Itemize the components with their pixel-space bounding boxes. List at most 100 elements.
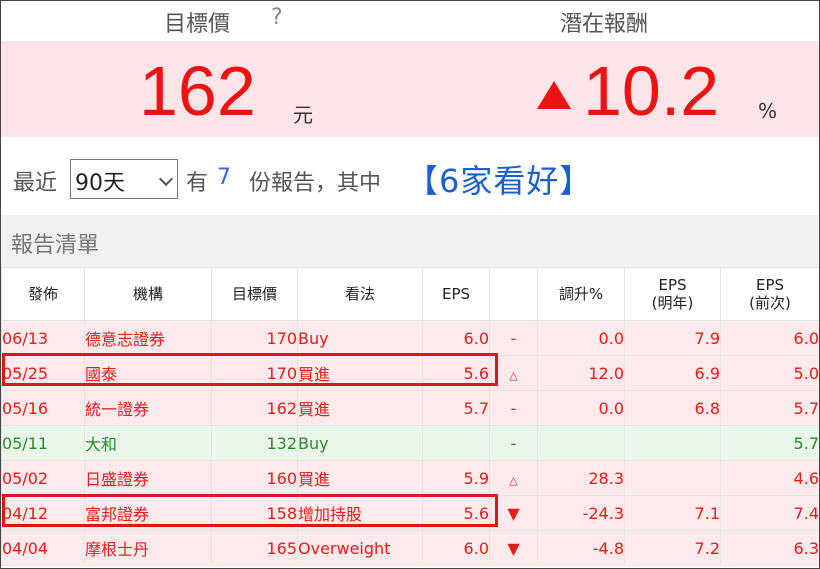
report-filter: 最近 90天 有 7 份報告，其中 【6家看好】 [1, 151, 819, 211]
report-count: 7 [217, 165, 231, 190]
table-row[interactable]: 04/12 富邦證券 158 增加持股 5.6 ▼ -24.3 7.1 7.4 [1, 495, 819, 531]
row-eps: 5.6 [422, 495, 490, 531]
row-target-price: 160 [211, 460, 298, 496]
price-unit: 元 [293, 103, 313, 127]
row-change: 12.0 [537, 355, 625, 391]
row-eps-next-year: 7.9 [624, 320, 721, 356]
row-org: 日盛證券 [84, 460, 212, 496]
row-signal: - [489, 320, 538, 356]
target-price-value: 162 [139, 52, 256, 130]
row-signal: △ [489, 460, 538, 496]
reward-unit: % [758, 99, 778, 123]
row-eps-previous: 4.6 [720, 460, 819, 496]
filter-suffix: 份報告，其中 [249, 171, 382, 196]
target-price-header: 目標價 ? [1, 1, 410, 41]
triangle-down-icon: ▼ [507, 503, 520, 523]
row-change: -24.3 [537, 495, 625, 531]
row-change: 0.0 [537, 320, 625, 356]
row-view: 買進 [297, 355, 423, 391]
row-eps: 6.0 [422, 530, 490, 566]
report-table: 發佈 機構 目標價 看法 EPS 調升% EPS (明年) EPS (前次) 0… [1, 267, 819, 566]
row-org: 德意志證券 [84, 320, 212, 356]
table-row[interactable]: 06/13 德意志證券 170 Buy 6.0 - 0.0 7.9 6.0 [1, 320, 819, 356]
row-eps-next-year: 7.2 [624, 530, 721, 566]
row-signal: - [489, 390, 538, 426]
row-date: 06/13 [1, 320, 85, 356]
row-eps: 5.7 [422, 390, 490, 426]
col-header-view[interactable]: 看法 [297, 267, 423, 321]
help-icon[interactable]: ? [271, 5, 283, 30]
row-view: Buy [297, 320, 423, 356]
table-row[interactable]: 05/25 國泰 170 買進 5.6 △ 12.0 6.9 5.0 [1, 355, 819, 391]
row-eps-previous: 5.0 [720, 355, 819, 391]
table-header-row: 發佈 機構 目標價 看法 EPS 調升% EPS (明年) EPS (前次) [1, 267, 819, 321]
row-eps: 6.0 [422, 320, 490, 356]
analyst-report-panel: 目標價 ? 潛在報酬 162 元 10.2 % 最近 90天 有 7 份報告，其… [0, 0, 820, 569]
row-view: Buy [297, 425, 423, 461]
row-view: 買進 [297, 460, 423, 496]
row-eps-next-year: 7.1 [624, 495, 721, 531]
col-header-target-price[interactable]: 目標價 [211, 267, 298, 321]
col-header-org[interactable]: 機構 [84, 267, 212, 321]
row-target-price: 170 [211, 355, 298, 391]
row-eps: 5.9 [422, 460, 490, 496]
row-eps-next-year [624, 425, 721, 461]
row-signal: ▼ [489, 495, 538, 531]
row-signal: △ [489, 355, 538, 391]
col-header-eps-previous-sub: (前次) [749, 294, 791, 312]
col-header-eps-next-year[interactable]: EPS (明年) [624, 267, 721, 321]
target-price-title: 目標價 [164, 12, 231, 37]
period-select[interactable]: 90天 [70, 159, 178, 199]
hollow-triangle-up-icon: △ [509, 473, 518, 487]
triangle-down-icon: ▼ [507, 538, 520, 558]
col-header-eps-next-year-label: EPS [658, 276, 687, 294]
table-row[interactable]: 04/04 摩根士丹 165 Overweight 6.0 ▼ -4.8 7.2… [1, 530, 819, 566]
row-eps-next-year [624, 460, 721, 496]
potential-reward-title: 潛在報酬 [560, 12, 649, 37]
col-header-eps-previous-label: EPS [755, 276, 785, 294]
row-change: 0.0 [537, 390, 625, 426]
row-eps-previous: 6.0 [720, 320, 819, 356]
row-date: 05/25 [1, 355, 85, 391]
row-target-price: 158 [211, 495, 298, 531]
header-bar: 目標價 ? 潛在報酬 [1, 1, 819, 41]
period-select-value: 90天 [75, 171, 125, 196]
row-eps-previous: 5.7 [720, 390, 819, 426]
row-org: 國泰 [84, 355, 212, 391]
row-change: -4.8 [537, 530, 625, 566]
table-row[interactable]: 05/11 大和 132 Buy - 5.7 [1, 425, 819, 461]
row-target-price: 132 [211, 425, 298, 461]
row-signal: - [489, 425, 538, 461]
col-header-change[interactable]: 調升% [537, 267, 625, 321]
row-eps-previous: 5.7 [720, 425, 819, 461]
col-header-eps-next-year-sub: (明年) [651, 294, 694, 312]
row-eps: 5.6 [422, 355, 490, 391]
col-header-eps[interactable]: EPS [422, 267, 490, 321]
row-target-price: 170 [211, 320, 298, 356]
row-org: 摩根士丹 [84, 530, 212, 566]
row-target-price: 165 [211, 530, 298, 566]
potential-reward-header: 潛在報酬 [410, 1, 819, 41]
bullish-count-badge[interactable]: 【6家看好】 [406, 156, 592, 202]
row-change [537, 425, 625, 461]
col-header-signal [489, 267, 538, 321]
table-row[interactable]: 05/16 統一證券 162 買進 5.7 - 0.0 6.8 5.7 [1, 390, 819, 426]
row-eps-next-year: 6.8 [624, 390, 721, 426]
row-eps [422, 425, 490, 461]
col-header-date[interactable]: 發佈 [1, 267, 85, 321]
row-eps-previous: 7.4 [720, 495, 819, 531]
row-date: 05/11 [1, 425, 85, 461]
col-header-eps-previous[interactable]: EPS (前次) [720, 267, 819, 321]
row-date: 04/12 [1, 495, 85, 531]
row-signal: ▼ [489, 530, 538, 566]
row-date: 05/16 [1, 390, 85, 426]
up-triangle-icon [537, 81, 571, 109]
summary-banner: 162 元 10.2 % [1, 41, 819, 137]
reward-value: 10.2 [583, 52, 720, 130]
row-org: 富邦證券 [84, 495, 212, 531]
report-list-section: 報告清單 [1, 215, 819, 267]
row-eps-next-year: 6.9 [624, 355, 721, 391]
table-row[interactable]: 05/02 日盛證券 160 買進 5.9 △ 28.3 4.6 [1, 460, 819, 496]
row-view: 增加持股 [297, 495, 423, 531]
row-target-price: 162 [211, 390, 298, 426]
